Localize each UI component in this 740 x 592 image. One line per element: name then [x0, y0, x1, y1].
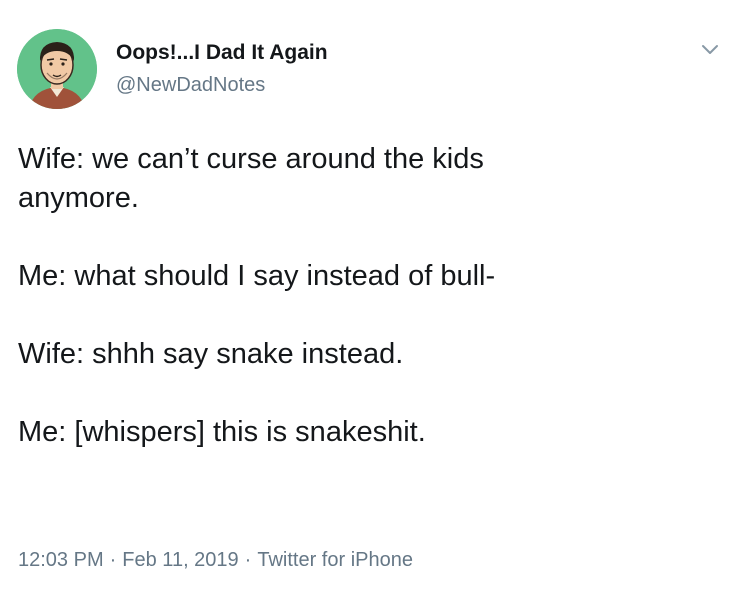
avatar[interactable]: [17, 29, 97, 109]
tweet-line: Me: [whispers] this is snakeshit.: [18, 416, 426, 448]
tweet-line: Wife: shhh say snake instead.: [18, 338, 404, 370]
meta-separator: ·: [244, 549, 252, 571]
tweet-text: Wife: we can’t curse around the kids any…: [18, 140, 718, 452]
tweet-line: anymore.: [18, 182, 139, 214]
tweet-card: Oops!...I Dad It Again @NewDadNotes Wife…: [0, 0, 740, 592]
chevron-down-icon: [702, 45, 718, 54]
tweet-line: Wife: we can’t curse around the kids: [18, 143, 484, 175]
author-display-name[interactable]: Oops!...I Dad It Again: [116, 41, 328, 65]
tweet-meta: 12:03 PM · Feb 11, 2019 · Twitter for iPhone: [18, 549, 413, 572]
tweet-line: Me: what should I say instead of bull-: [18, 260, 496, 292]
cartoon-dad-avatar-icon: [17, 29, 97, 109]
tweet-source[interactable]: Twitter for iPhone: [257, 549, 413, 571]
tweet-menu-button[interactable]: [699, 42, 721, 58]
tweet-time[interactable]: 12:03 PM: [18, 549, 104, 571]
meta-separator: ·: [109, 549, 117, 571]
tweet-date[interactable]: Feb 11, 2019: [122, 549, 238, 571]
author-handle[interactable]: @NewDadNotes: [116, 74, 265, 97]
